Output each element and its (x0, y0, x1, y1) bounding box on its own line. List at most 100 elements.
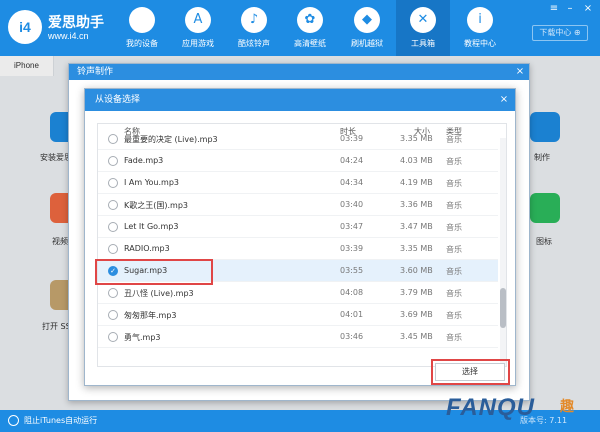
file-size: 3.79 MB (400, 288, 433, 297)
radio-button[interactable] (108, 310, 118, 320)
nav-apps-games[interactable]: A 应用游戏 (171, 0, 225, 56)
file-row[interactable]: 最重要的决定 (Live).mp3 03:39 3.35 MB 音乐 (98, 128, 498, 150)
file-type: 音乐 (446, 135, 462, 144)
file-duration: 04:24 (340, 156, 364, 165)
radio-button[interactable] (108, 134, 118, 144)
radio-button[interactable] (108, 222, 118, 232)
nav-flash-jailbreak[interactable]: ◆ 刷机越狱 (340, 0, 394, 56)
block-itunes-toggle[interactable]: 阻止iTunes自动运行 (24, 415, 97, 426)
file-name: 丑八怪 (Live).mp3 (124, 289, 194, 298)
file-type: 音乐 (446, 333, 462, 342)
nav-ringtones[interactable]: ♪ 酷炫铃声 (227, 0, 281, 56)
file-duration: 04:34 (340, 178, 364, 187)
radio-button[interactable] (108, 244, 118, 254)
nav-label: 酷炫铃声 (238, 39, 270, 48)
file-type: 音乐 (446, 201, 462, 210)
file-type: 音乐 (446, 311, 462, 320)
file-size: 4.19 MB (400, 178, 433, 187)
watermark-cn: 趣 (560, 399, 574, 415)
radio-button[interactable] (108, 156, 118, 166)
minimize-icon[interactable]: – (564, 3, 576, 14)
file-name: Let It Go.mp3 (124, 222, 179, 231)
file-row[interactable]: RADIO.mp3 03:39 3.35 MB 音乐 (98, 238, 498, 260)
file-row[interactable]: I Am You.mp3 04:34 4.19 MB 音乐 (98, 172, 498, 194)
list-scrollbar[interactable] (500, 138, 506, 366)
file-duration: 03:55 (340, 266, 364, 275)
file-row[interactable]: 勇气.mp3 03:46 3.45 MB 音乐 (98, 326, 498, 348)
nav-label: 教程中心 (464, 39, 496, 48)
file-duration: 03:39 (340, 244, 364, 253)
app-url: www.i4.cn (48, 31, 89, 41)
info-icon: i (467, 7, 493, 33)
file-name: RADIO.mp3 (124, 244, 170, 253)
highlight-box-select-button (431, 359, 510, 385)
file-size: 3.36 MB (400, 200, 433, 209)
menu-icon[interactable]: ≡ (548, 3, 560, 14)
dialog-title: 铃声制作 (69, 64, 529, 80)
file-size: 3.35 MB (400, 244, 433, 253)
file-row[interactable]: 丑八怪 (Live).mp3 04:08 3.79 MB 音乐 (98, 282, 498, 304)
watermark-logo: FANQU (446, 394, 535, 421)
file-name: K歌之王(国).mp3 (124, 201, 188, 210)
nav-label: 工具箱 (411, 39, 435, 48)
file-type: 音乐 (446, 179, 462, 188)
bell-icon: ♪ (241, 7, 267, 33)
file-list: 名称 时长 大小 类型 最重要的决定 (Live).mp3 03:39 3.35 M… (97, 123, 507, 367)
file-type: 音乐 (446, 157, 462, 166)
file-row[interactable]: Fade.mp3 04:24 4.03 MB 音乐 (98, 150, 498, 172)
file-type: 音乐 (446, 267, 462, 276)
dialog-title: 从设备选择 (85, 89, 515, 111)
file-name: 勇气.mp3 (124, 333, 161, 342)
file-type: 音乐 (446, 223, 462, 232)
close-icon[interactable]: × (582, 3, 594, 14)
close-icon[interactable]: × (513, 64, 527, 80)
file-duration: 04:01 (340, 310, 364, 319)
file-row[interactable]: K歌之王(国).mp3 03:40 3.36 MB 音乐 (98, 194, 498, 216)
file-name: I Am You.mp3 (124, 178, 180, 187)
file-duration: 03:40 (340, 200, 364, 209)
file-size: 3.45 MB (400, 332, 433, 341)
nav-wallpapers[interactable]: ✿ 高清壁纸 (283, 0, 337, 56)
i4-logo-icon: i4 (8, 10, 42, 44)
select-from-device-dialog: 从设备选择 × 名称 时长 大小 类型 最重要的决定 (Live).mp3 03:… (84, 88, 516, 386)
file-row[interactable]: Let It Go.mp3 03:47 3.47 MB 音乐 (98, 216, 498, 238)
top-bar: i4 爱思助手 www.i4.cn 我的设备 A 应用游戏 ♪ 酷炫铃声 ✿ 高… (0, 0, 600, 56)
file-size: 3.60 MB (400, 266, 433, 275)
app-name: 爱思助手 (48, 15, 104, 31)
app-store-icon: A (185, 7, 211, 33)
nav-my-device[interactable]: 我的设备 (115, 0, 169, 56)
file-duration: 04:08 (340, 288, 364, 297)
nav-label: 高清壁纸 (294, 39, 326, 48)
download-center-button[interactable]: 下载中心 ⊕ (532, 25, 588, 41)
highlight-box-selected-file (95, 259, 213, 285)
app-logo[interactable]: i4 爱思助手 www.i4.cn (8, 10, 128, 44)
radio-button[interactable] (108, 178, 118, 188)
file-duration: 03:46 (340, 332, 364, 341)
file-duration: 03:47 (340, 222, 364, 231)
file-size: 3.69 MB (400, 310, 433, 319)
stop-circle-icon[interactable] (8, 415, 19, 426)
scrollbar-thumb[interactable] (500, 288, 506, 328)
file-row[interactable]: 匆匆那年.mp3 04:01 3.69 MB 音乐 (98, 304, 498, 326)
nav-toolbox[interactable]: ✕ 工具箱 (396, 0, 450, 56)
nav-label: 我的设备 (126, 39, 158, 48)
radio-button[interactable] (108, 332, 118, 342)
radio-button[interactable] (108, 200, 118, 210)
file-name: Fade.mp3 (124, 156, 164, 165)
apple-icon (129, 7, 155, 33)
box-icon: ◆ (354, 7, 380, 33)
file-name: 最重要的决定 (Live).mp3 (124, 135, 218, 144)
tools-icon: ✕ (410, 7, 436, 33)
nav-label: 刷机越狱 (351, 39, 383, 48)
file-size: 4.03 MB (400, 156, 433, 165)
file-name: 匆匆那年.mp3 (124, 311, 177, 320)
file-duration: 03:39 (340, 134, 364, 143)
file-size: 3.35 MB (400, 134, 433, 143)
radio-button[interactable] (108, 288, 118, 298)
nav-label: 应用游戏 (182, 39, 214, 48)
file-type: 音乐 (446, 245, 462, 254)
close-icon[interactable]: × (497, 92, 511, 108)
nav-tutorials[interactable]: i 教程中心 (453, 0, 507, 56)
file-size: 3.47 MB (400, 222, 433, 231)
file-type: 音乐 (446, 289, 462, 298)
